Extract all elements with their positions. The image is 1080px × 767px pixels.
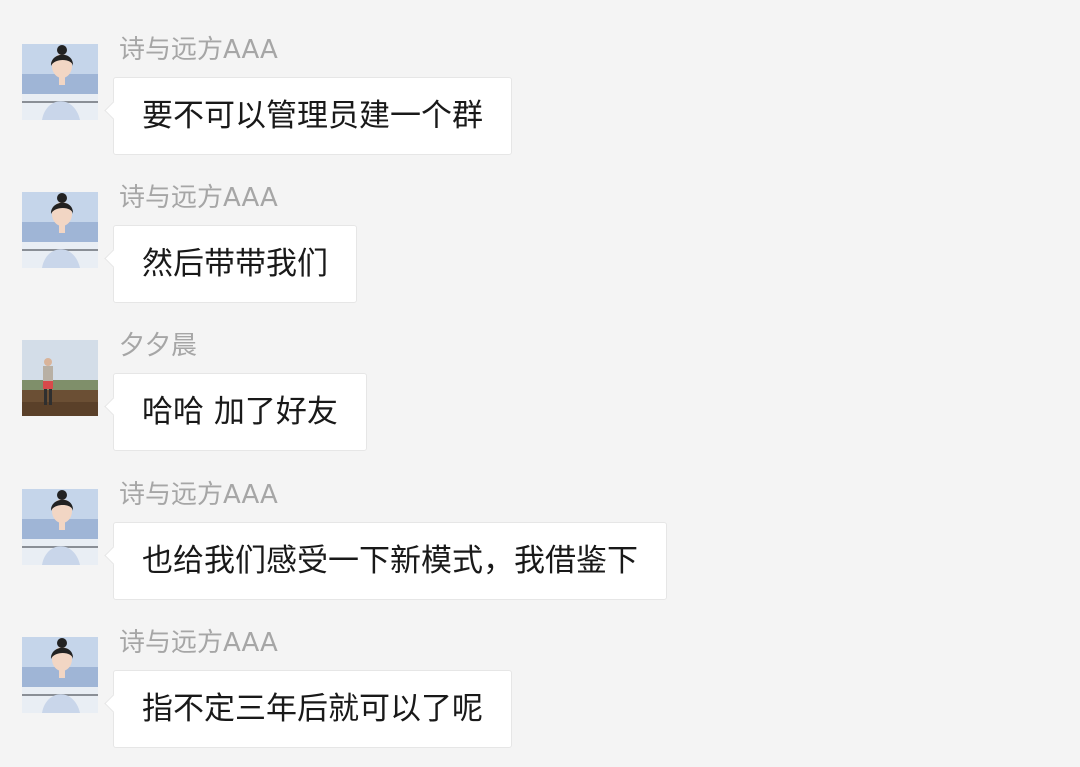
chat-message: 诗与远方AAA 然后带带我们 — [0, 183, 1080, 322]
sender-name: 诗与远方AAA — [119, 628, 278, 658]
sender-name: 诗与远方AAA — [119, 183, 278, 213]
message-bubble[interactable]: 也给我们感受一下新模式，我借鉴下 — [113, 522, 667, 600]
avatar-girl-portrait[interactable] — [22, 44, 98, 120]
girl-portrait-icon — [22, 192, 98, 268]
sender-name: 诗与远方AAA — [119, 480, 278, 510]
chat-message: 诗与远方AAA 要不可以管理员建一个群 — [0, 35, 1080, 174]
girl-portrait-icon — [22, 489, 98, 565]
avatar-girl-portrait[interactable] — [22, 637, 98, 713]
avatar-girl-portrait[interactable] — [22, 489, 98, 565]
chat-message: 夕夕晨 哈哈 加了好友 — [0, 331, 1080, 470]
message-bubble[interactable]: 要不可以管理员建一个群 — [113, 77, 512, 155]
chat-message-list[interactable]: 诗与远方AAA 要不可以管理员建一个群 诗与远方AAA 然后带带我们 夕夕晨 哈… — [0, 0, 1080, 751]
girl-portrait-icon — [22, 44, 98, 120]
message-bubble[interactable]: 指不定三年后就可以了呢 — [113, 670, 512, 748]
avatar-girl-portrait[interactable] — [22, 192, 98, 268]
chat-message: 诗与远方AAA 也给我们感受一下新模式，我借鉴下 — [0, 480, 1080, 619]
girl-portrait-icon — [22, 637, 98, 713]
chat-message: 诗与远方AAA 指不定三年后就可以了呢 — [0, 628, 1080, 767]
message-bubble[interactable]: 然后带带我们 — [113, 225, 357, 303]
sender-name: 夕夕晨 — [119, 331, 198, 361]
message-bubble[interactable]: 哈哈 加了好友 — [113, 373, 367, 451]
sender-name: 诗与远方AAA — [119, 35, 278, 65]
avatar-man-walking[interactable] — [22, 340, 98, 416]
man-walking-field-icon — [22, 340, 98, 416]
